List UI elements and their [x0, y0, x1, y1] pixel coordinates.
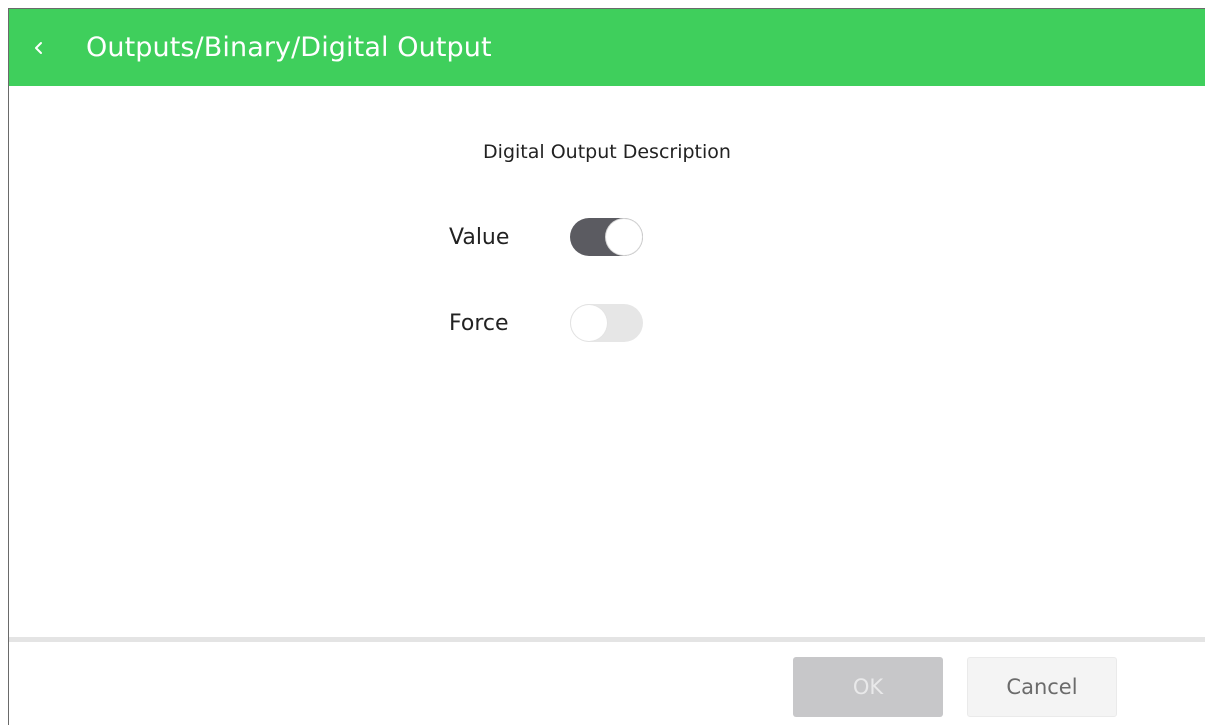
page-title: Outputs/Binary/Digital Output: [86, 32, 492, 63]
header-bar: Outputs/Binary/Digital Output: [9, 9, 1205, 86]
cancel-button[interactable]: Cancel: [967, 657, 1117, 717]
footer-bar: OK Cancel: [9, 642, 1205, 726]
force-row: Force: [449, 304, 643, 342]
main-content: Digital Output Description Value Force: [9, 86, 1205, 636]
chevron-left-icon: [33, 40, 45, 56]
value-toggle[interactable]: [570, 218, 643, 256]
force-toggle[interactable]: [570, 304, 643, 342]
value-row: Value: [449, 218, 643, 256]
toggle-knob: [571, 305, 607, 341]
description-text: Digital Output Description: [483, 141, 731, 163]
toggle-knob: [606, 219, 642, 255]
back-button[interactable]: [9, 9, 69, 86]
ok-button[interactable]: OK: [793, 657, 943, 717]
force-label: Force: [449, 310, 509, 336]
value-label: Value: [449, 224, 510, 250]
dialog-window: Outputs/Binary/Digital Output Digital Ou…: [8, 8, 1205, 725]
